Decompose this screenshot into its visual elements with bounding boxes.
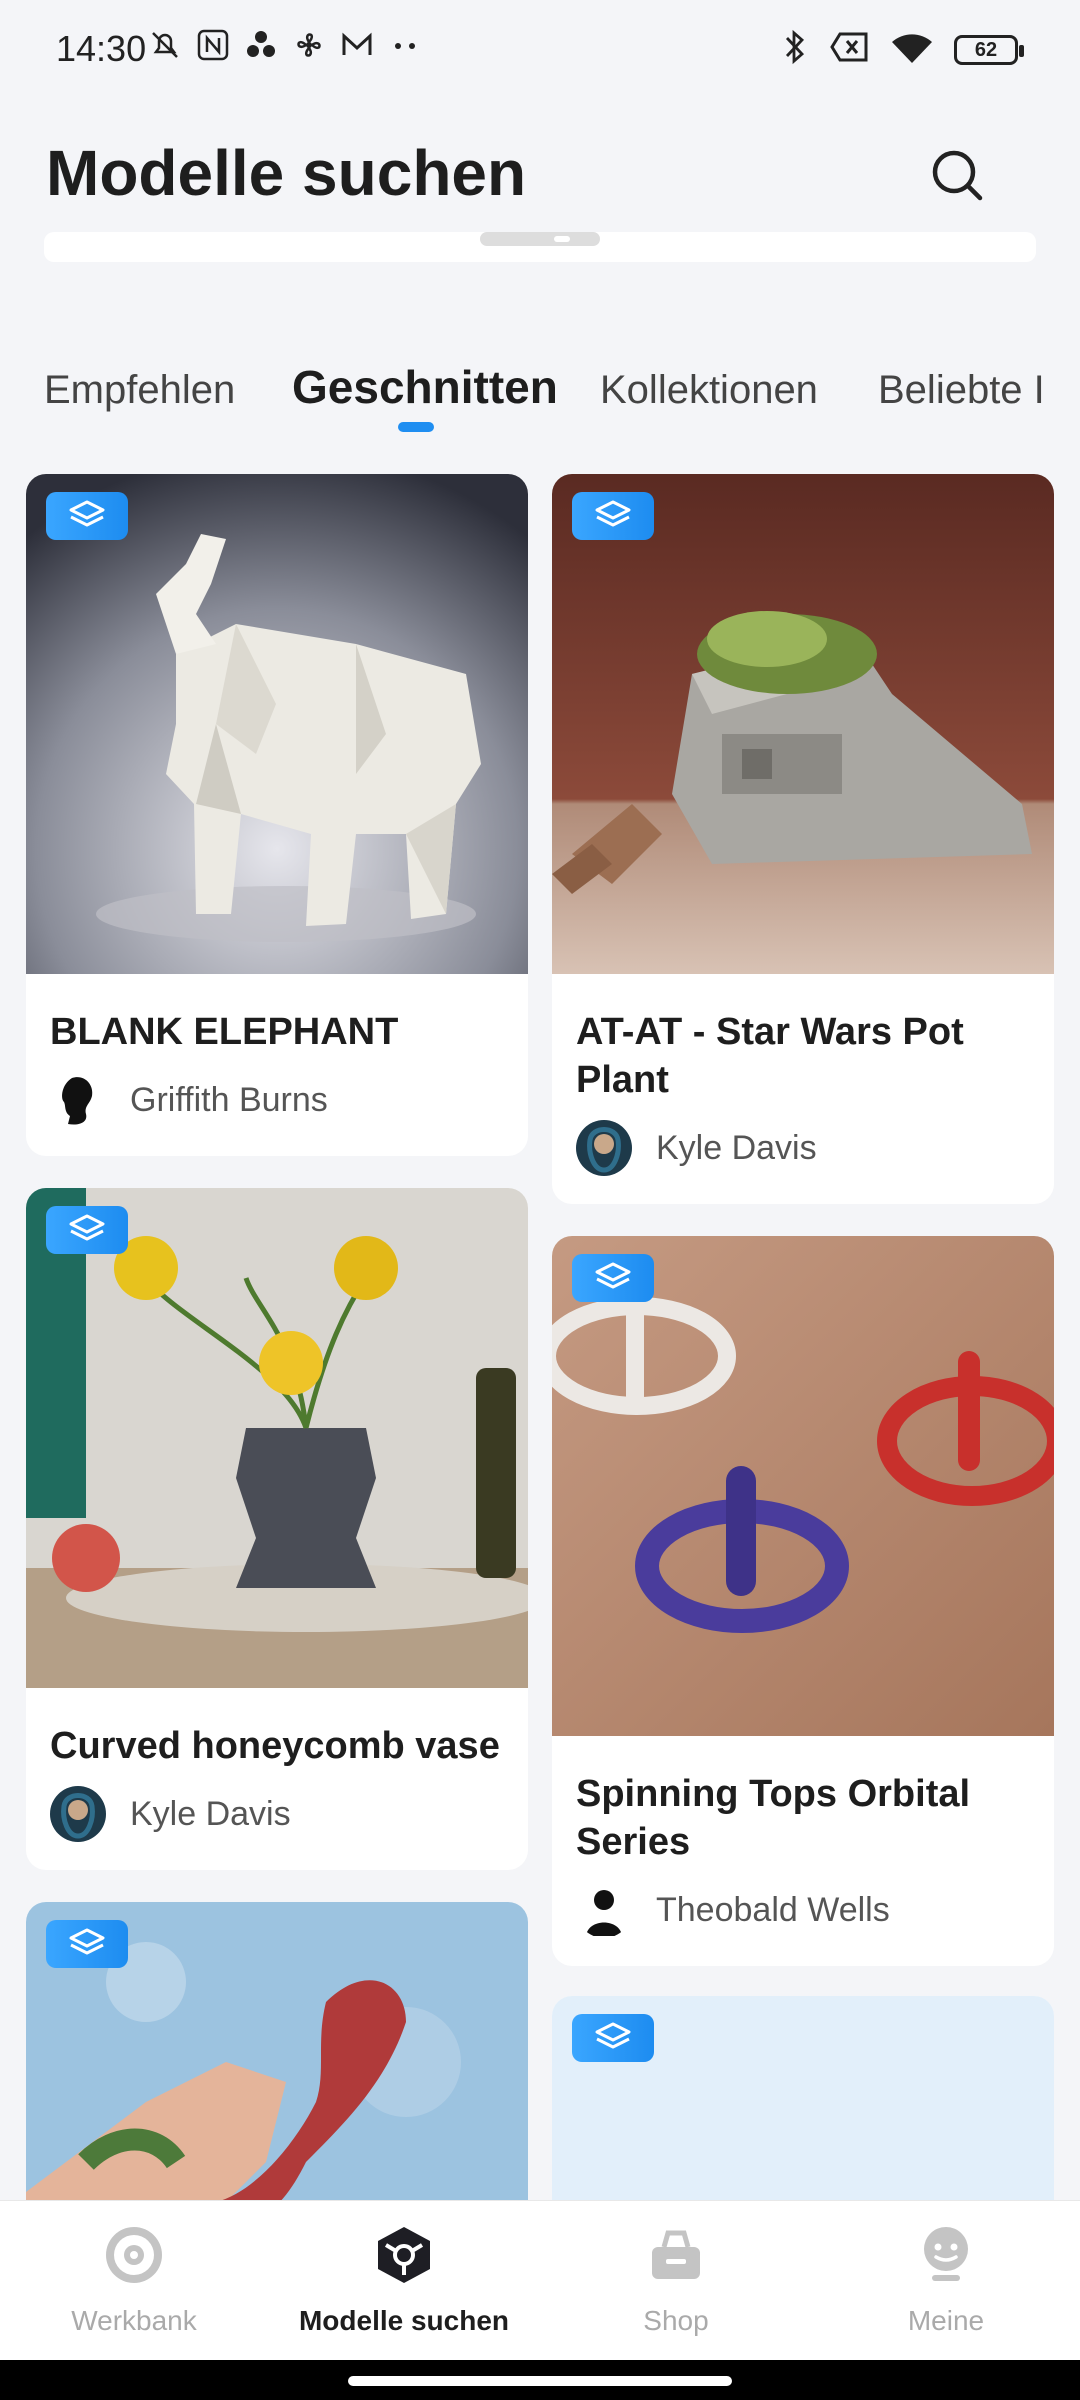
sliced-badge [46, 1920, 128, 1968]
profile-icon [914, 2223, 978, 2287]
layers-icon [595, 1262, 631, 1289]
layers-icon [69, 500, 105, 527]
status-notification-icons [148, 28, 422, 62]
wifi-icon [890, 30, 934, 69]
page-title: Modelle suchen [46, 137, 527, 209]
status-bar: 14:30 62 [0, 0, 1080, 100]
avatar [50, 1786, 106, 1842]
author-name: Kyle Davis [130, 1794, 291, 1833]
author-name: Griffith Burns [130, 1080, 328, 1119]
layers-icon [69, 1214, 105, 1241]
models-icon [372, 2223, 436, 2287]
home-indicator[interactable] [348, 2376, 732, 2386]
model-card[interactable]: AT-AT - Star Wars Pot Plant Kyle Davis [552, 474, 1054, 1204]
sliced-badge [572, 492, 654, 540]
nav-shop[interactable]: Shop [556, 2223, 796, 2337]
nav-meine[interactable]: Meine [826, 2223, 1066, 2337]
sliced-badge [572, 2014, 654, 2062]
layers-icon [595, 2022, 631, 2049]
model-author[interactable]: Theobald Wells [552, 1866, 1054, 1966]
model-title: Curved honeycomb vase [50, 1725, 500, 1767]
mail-icon [340, 28, 374, 62]
nav-label: Modelle suchen [298, 2305, 510, 2336]
fan-icon [292, 28, 326, 62]
active-tab-indicator [398, 422, 434, 432]
author-name: Theobald Wells [656, 1890, 890, 1929]
layers-icon [69, 1928, 105, 1955]
model-author[interactable]: Griffith Burns [26, 1056, 528, 1156]
model-card[interactable]: Curved honeycomb vase Kyle Davis [26, 1188, 528, 1870]
bottom-navigation: Werkbank Modelle suchen Shop Meine [0, 2200, 1080, 2360]
layers-icon [595, 500, 631, 527]
avatar [576, 1120, 632, 1176]
model-card[interactable]: Spinning Tops Orbital Series Theobald We… [552, 1236, 1054, 1966]
bluetooth-icon [780, 28, 810, 71]
nav-label: Shop [643, 2305, 709, 2336]
model-card[interactable]: BLANK ELEPHANT Griffith Burns [26, 474, 528, 1156]
battery-indicator: 62 [954, 34, 1024, 65]
dots-app-icon [244, 28, 278, 62]
avatar [50, 1072, 106, 1128]
category-tabs: Empfehlen Geschnitten Kollektionen Belie… [0, 350, 1080, 440]
carousel-indicator [480, 232, 600, 246]
tab-geschnitten[interactable]: Geschnitten [292, 360, 558, 414]
status-system-icons: 62 [780, 28, 1024, 71]
model-image [26, 1188, 528, 1688]
model-author[interactable]: Kyle Davis [26, 1770, 528, 1870]
model-image [552, 1236, 1054, 1736]
model-image [26, 474, 528, 974]
workbench-icon [102, 2223, 166, 2287]
model-title: Spinning Tops Orbital Series [576, 1773, 971, 1863]
sliced-badge [46, 492, 128, 540]
search-icon [932, 150, 983, 201]
model-image [552, 474, 1054, 974]
nfc-icon [196, 28, 230, 62]
nav-werkbank[interactable]: Werkbank [14, 2223, 254, 2337]
tab-kollektionen[interactable]: Kollektionen [600, 368, 818, 413]
tab-beliebte[interactable]: Beliebte I [878, 368, 1045, 413]
model-title: BLANK ELEPHANT [50, 1011, 399, 1053]
model-title: AT-AT - Star Wars Pot Plant [576, 1011, 964, 1101]
tab-empfehlen[interactable]: Empfehlen [44, 368, 235, 413]
sliced-badge [572, 1254, 654, 1302]
more-notifications-icon [388, 28, 422, 62]
model-author[interactable]: Kyle Davis [552, 1104, 1054, 1204]
nav-label: Werkbank [71, 2305, 197, 2336]
shop-icon [644, 2223, 708, 2287]
nav-label: Meine [907, 2305, 985, 2336]
nav-modelle-suchen[interactable]: Modelle suchen [284, 2223, 524, 2337]
mute-icon [148, 28, 182, 62]
avatar [576, 1882, 632, 1938]
sliced-badge [46, 1206, 128, 1254]
system-gesture-bar [0, 2360, 1080, 2400]
no-sim-icon [830, 30, 870, 69]
search-button[interactable] [928, 146, 988, 206]
author-name: Kyle Davis [656, 1128, 817, 1167]
status-time: 14:30 [56, 28, 147, 69]
